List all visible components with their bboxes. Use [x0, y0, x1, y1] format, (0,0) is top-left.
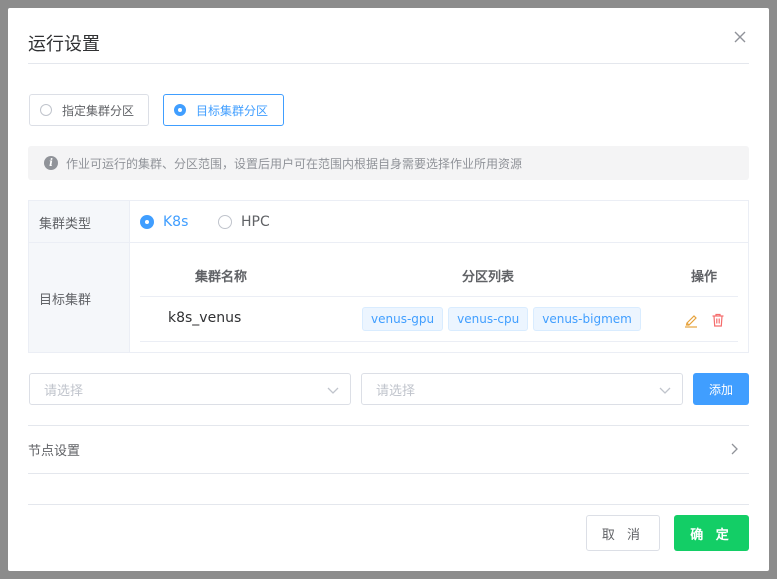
scope-option-label: 指定集群分区 [62, 103, 135, 118]
row-bottom-divider [140, 341, 738, 342]
cluster-type-label-k8s: K8s [163, 214, 189, 230]
run-settings-dialog: 运行设置 指定集群分区 目标集群分区 i 作业可运行的集群、分区范围，设置后用户… [8, 8, 769, 571]
column-header-partitions: 分区列表 [462, 270, 515, 285]
info-text: 作业可运行的集群、分区范围，设置后用户可在范围内根据自身需要选择作业所用资源 [66, 156, 523, 171]
radio-checked-icon [174, 104, 186, 116]
delete-icon[interactable] [710, 312, 726, 328]
cluster-type-label-hpc: HPC [241, 214, 270, 230]
info-alert: i 作业可运行的集群、分区范围，设置后用户可在范围内根据自身需要选择作业所用资源 [28, 146, 749, 180]
edit-icon[interactable] [683, 312, 699, 328]
cluster-name-cell: k8s_venus [168, 310, 242, 326]
title-divider [28, 63, 749, 64]
partition-tag: venus-gpu [362, 307, 444, 331]
scope-option-target[interactable]: 目标集群分区 [163, 94, 284, 126]
partition-tag: venus-bigmem [533, 307, 641, 331]
cluster-type-hpc[interactable]: HPC [218, 214, 270, 230]
add-button[interactable]: 添加 [693, 373, 749, 405]
partition-tag: venus-cpu [448, 307, 529, 331]
node-settings-row[interactable]: 节点设置 [28, 425, 749, 473]
partition-select[interactable]: 请选择 [361, 373, 683, 405]
row-divider [29, 242, 748, 243]
partition-select-placeholder: 请选择 [376, 383, 416, 399]
chevron-right-icon [731, 443, 738, 455]
chevron-down-icon [659, 387, 671, 394]
chevron-down-icon [327, 387, 339, 394]
cluster-select[interactable]: 请选择 [29, 373, 351, 405]
scope-option-specified[interactable]: 指定集群分区 [29, 94, 149, 126]
radio-icon [218, 215, 232, 229]
radio-icon [40, 104, 52, 116]
partition-tags: venus-gpu venus-cpu venus-bigmem [362, 307, 641, 331]
column-header-actions: 操作 [691, 270, 718, 285]
column-header-cluster-name: 集群名称 [195, 270, 248, 285]
scope-option-label: 目标集群分区 [196, 103, 269, 118]
node-settings-label: 节点设置 [28, 444, 81, 459]
header-divider [140, 296, 738, 297]
cluster-type-label: 集群类型 [39, 217, 92, 232]
cluster-select-placeholder: 请选择 [44, 383, 84, 399]
info-icon: i [44, 156, 58, 170]
cancel-button[interactable]: 取 消 [586, 515, 660, 551]
confirm-button[interactable]: 确 定 [674, 515, 749, 551]
node-settings-bottom-divider [28, 473, 749, 474]
target-cluster-label: 目标集群 [39, 293, 92, 308]
radio-checked-icon [140, 215, 154, 229]
cluster-type-k8s[interactable]: K8s [140, 214, 188, 230]
footer-divider [28, 504, 749, 505]
close-icon[interactable] [731, 28, 749, 46]
dialog-title: 运行设置 [28, 34, 100, 55]
